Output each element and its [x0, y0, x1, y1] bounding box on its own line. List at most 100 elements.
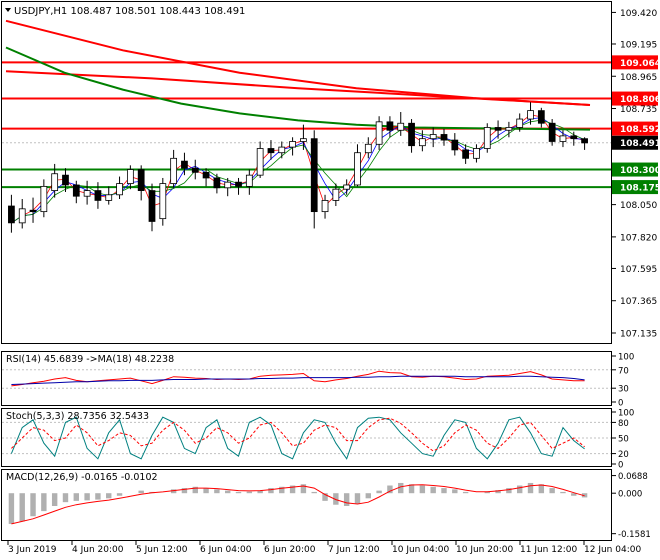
- indicator-tick-label: 0: [618, 399, 623, 409]
- candle-bull-body: [278, 146, 286, 154]
- stoch-label: Stoch(5,3,3) 28.7356 32.5433: [6, 411, 149, 422]
- price-tick-label: 107.820: [620, 233, 657, 243]
- candle-bear-body: [72, 184, 80, 197]
- candle-bull-body: [429, 134, 437, 140]
- candle-bear-body: [548, 122, 556, 142]
- indicator-tick-label: 0.000: [618, 490, 642, 500]
- candle-bear-body: [137, 169, 145, 191]
- candle-bear-body: [537, 110, 545, 124]
- candle-bull-body: [170, 157, 178, 184]
- candle-bull-body: [559, 135, 567, 142]
- candle-bull-body: [321, 200, 329, 213]
- price-tick-label: 107.365: [620, 297, 657, 307]
- candle-bear-body: [202, 171, 210, 179]
- price-tick-label: 107.595: [620, 265, 657, 275]
- current-price-label: 108.491: [620, 139, 660, 149]
- candle-bull-body: [505, 127, 513, 131]
- candle-bull-body: [473, 148, 480, 159]
- candle-bear-body: [494, 127, 502, 131]
- candle-bull-body: [483, 127, 491, 149]
- candle-bear-body: [581, 138, 588, 144]
- candle-bull-body: [289, 141, 296, 148]
- candle-bull-body: [418, 138, 426, 147]
- indicator-tick-label: 0.0688: [618, 472, 648, 482]
- price-tick-label: 108.965: [620, 73, 657, 83]
- time-tick-label: 5 Jun 12:00: [136, 545, 188, 555]
- symbol-header: USDJPY,H1 108.487 108.501 108.443 108.49…: [14, 6, 245, 17]
- time-tick-label: 6 Jun 20:00: [264, 545, 316, 555]
- candle-bear-body: [386, 121, 394, 131]
- level-tag-label: 108.300: [620, 166, 660, 176]
- candle-bear-body: [148, 190, 156, 222]
- time-tick-label: 3 Jun 2019: [8, 545, 57, 555]
- rsi-label: RSI(14) 45.6839 ->MA(18) 48.2238: [6, 354, 174, 365]
- candle-bear-body: [451, 139, 459, 151]
- candle-bull-body: [375, 121, 383, 145]
- candle-bull-body: [332, 188, 340, 201]
- candle: [548, 119, 556, 146]
- candle: [159, 177, 167, 226]
- candle-bear-body: [94, 190, 102, 201]
- level-tag-label: 108.592: [620, 125, 660, 135]
- price-tick-label: 109.195: [620, 40, 657, 50]
- candle-bear-body: [235, 181, 242, 187]
- indicator-tick-label: 80: [618, 419, 629, 429]
- indicator-tick-label: 20: [618, 450, 629, 460]
- candle-bear-body: [440, 134, 448, 141]
- level-tag-label: 108.175: [620, 184, 660, 194]
- indicator-tick-label: -0.1581: [618, 530, 651, 540]
- candle-bear-body: [408, 122, 415, 147]
- time-tick-label: 4 Jun 20:00: [72, 545, 124, 555]
- time-tick-label: 10 Jun 04:00: [392, 545, 449, 555]
- candle-bull-body: [343, 184, 351, 190]
- indicator-tick-label: 30: [618, 385, 629, 395]
- candle-bull-body: [354, 152, 361, 186]
- indicator-tick-label: 70: [618, 366, 629, 376]
- candle-bull-body: [364, 143, 372, 154]
- price-tick-label: 108.050: [620, 201, 657, 211]
- time-tick-label: 12 Jun 04:00: [584, 545, 641, 555]
- main-panel[interactable]: [1, 1, 612, 344]
- time-tick-label: 11 Jun 12:00: [520, 545, 577, 555]
- candle-bear-body: [62, 174, 69, 186]
- price-tick-label: 109.420: [620, 9, 657, 19]
- candle-bull-body: [224, 181, 232, 189]
- candle-bull-body: [116, 183, 123, 196]
- candle-bear-body: [8, 205, 15, 224]
- time-tick-label: 6 Jun 04:00: [200, 545, 252, 555]
- candle-bull-body: [51, 173, 59, 191]
- candle-bull-body: [527, 110, 534, 120]
- time-tick-label: 7 Jun 12:00: [328, 545, 380, 555]
- candle-bull-body: [105, 194, 113, 201]
- indicator-tick-label: 50: [618, 435, 629, 445]
- candle-bear-body: [462, 149, 470, 159]
- candle-bull-body: [40, 185, 48, 213]
- candle: [483, 123, 491, 153]
- candle-bull-body: [126, 169, 134, 184]
- candle-bear-body: [310, 138, 318, 213]
- level-tag-label: 108.806: [620, 95, 660, 105]
- candle-bull-body: [83, 190, 91, 197]
- candle-bull-body: [18, 208, 26, 224]
- candle-bull-body: [256, 148, 264, 176]
- candle-bear-body: [267, 148, 275, 154]
- indicator-tick-label: 100: [618, 409, 634, 419]
- time-axis: 3 Jun 2019 4 Jun 20:00 5 Jun 12:00 6 Jun 04…: [7, 541, 641, 555]
- price-tick-label: 108.735: [620, 105, 657, 115]
- candle-bear-body: [191, 167, 199, 173]
- candle-bull-body: [300, 138, 307, 142]
- candle-bull-body: [397, 122, 405, 131]
- macd-label: MACD(12,26,9) -0.0165 -0.0102: [6, 472, 158, 483]
- candle-bear-body: [29, 209, 37, 213]
- indicator-tick-label: 0: [618, 461, 623, 471]
- time-tick-label: 10 Jun 20:00: [456, 545, 513, 555]
- price-tick-label: 107.135: [620, 329, 657, 339]
- candle-bear-body: [181, 160, 188, 169]
- indicator-tick-label: 100: [618, 353, 634, 363]
- candle-bear-body: [570, 135, 578, 140]
- candle-bull-body: [159, 183, 167, 220]
- candle-bull-body: [516, 118, 524, 128]
- candle-bear-body: [213, 177, 221, 189]
- candle-bull-body: [245, 174, 253, 187]
- level-tag-label: 109.064: [620, 59, 660, 69]
